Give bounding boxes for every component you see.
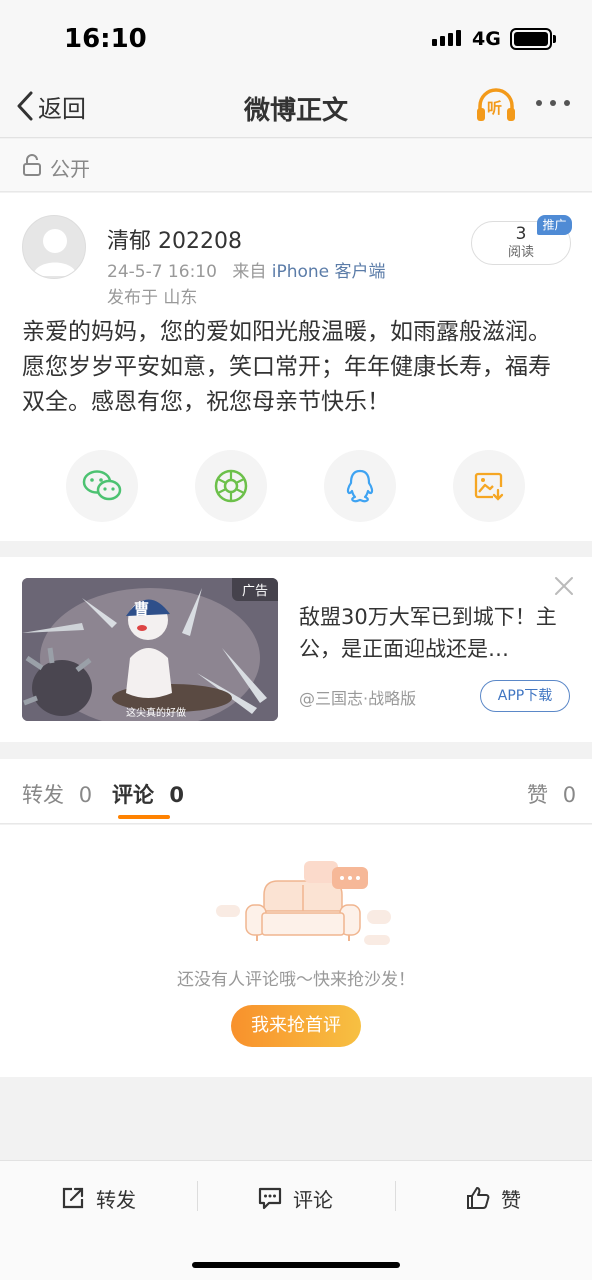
post-card: 清郁 202208 24-5-7 16:10 来自 iPhone 客户端 发布于… bbox=[0, 193, 592, 541]
first-comment-button[interactable]: 我来抢首评 bbox=[231, 1005, 361, 1047]
comments-section: 还没有人评论哦～快来抢沙发！ 我来抢首评 bbox=[0, 825, 592, 1077]
battery-icon bbox=[510, 28, 552, 50]
divider bbox=[395, 1181, 396, 1211]
empty-comments-text: 还没有人评论哦～快来抢沙发！ bbox=[177, 970, 415, 990]
network-label: 4G bbox=[472, 28, 501, 50]
tab-comments-count: 0 bbox=[169, 783, 184, 807]
tab-likes[interactable]: 赞 0 bbox=[527, 779, 576, 809]
ad-image[interactable]: 曹 这尖真的好做 广告 bbox=[22, 578, 278, 721]
repost-label: 转发 bbox=[96, 1187, 136, 1212]
read-label: 阅读 bbox=[507, 245, 534, 260]
tab-repost-count: 0 bbox=[78, 783, 93, 807]
close-icon[interactable] bbox=[553, 575, 575, 597]
post-location: 发布于 山东 bbox=[107, 288, 198, 308]
post-source[interactable]: iPhone 客户端 bbox=[272, 262, 386, 282]
ad-title[interactable]: 敌盟30万大军已到城下！主公，是正面迎战还是… bbox=[299, 601, 569, 665]
listen-button[interactable]: 听 bbox=[474, 84, 518, 128]
save-image-button[interactable] bbox=[453, 450, 525, 522]
share-wechat-button[interactable] bbox=[66, 450, 138, 522]
tab-repost-label: 转发 bbox=[22, 783, 64, 807]
tab-likes-label: 赞 bbox=[527, 783, 548, 807]
source-prefix: 来自 bbox=[232, 262, 267, 282]
active-tab-indicator bbox=[118, 815, 170, 819]
status-bar: 16:10 4G bbox=[0, 0, 592, 76]
post-meta: 24-5-7 16:10 来自 iPhone 客户端 bbox=[107, 257, 386, 282]
tab-comments-label: 评论 bbox=[112, 783, 154, 807]
post-content: 亲爱的妈妈，您的爱如阳光般温暖，如雨露般滋润。愿您岁岁平安如意，笑口常开；年年健… bbox=[22, 319, 551, 415]
ad-image-caption: 这尖真的好做 bbox=[126, 708, 186, 719]
ad-source: @三国志·战略版 bbox=[299, 689, 417, 708]
like-label: 赞 bbox=[501, 1187, 521, 1212]
share-moments-button[interactable] bbox=[195, 450, 267, 522]
unlock-icon bbox=[23, 154, 41, 176]
promo-badge[interactable]: 推广 bbox=[537, 215, 572, 235]
ad-image-banner: 曹 bbox=[134, 600, 150, 618]
signal-icon bbox=[432, 30, 461, 46]
tab-comments[interactable]: 评论 0 bbox=[112, 779, 184, 809]
qq-icon bbox=[346, 469, 374, 503]
post-tabs: 转发 0 评论 0 赞 0 bbox=[0, 759, 592, 824]
save-image-icon bbox=[474, 472, 504, 501]
repost-button[interactable]: 转发 bbox=[60, 1183, 136, 1213]
share-qq-button[interactable] bbox=[324, 450, 396, 522]
author-name[interactable]: 清郁 202208 bbox=[107, 223, 242, 255]
tab-likes-count: 0 bbox=[562, 783, 577, 807]
like-button[interactable]: 赞 bbox=[465, 1183, 521, 1213]
back-button[interactable]: 返回 bbox=[16, 88, 86, 124]
empty-sofa-illustration bbox=[216, 861, 391, 945]
nav-bar: 返回 微博正文 听 bbox=[0, 76, 592, 138]
share-icon bbox=[62, 1187, 84, 1209]
tab-repost[interactable]: 转发 0 bbox=[22, 779, 92, 809]
post-time: 24-5-7 16:10 bbox=[107, 262, 217, 282]
comment-button[interactable]: 评论 bbox=[257, 1183, 333, 1213]
home-indicator[interactable] bbox=[192, 1262, 400, 1268]
thumbs-up-icon bbox=[467, 1187, 490, 1209]
visibility-label: 公开 bbox=[50, 157, 90, 181]
status-time: 16:10 bbox=[64, 24, 147, 54]
divider bbox=[197, 1181, 198, 1211]
back-chevron-icon bbox=[17, 91, 33, 121]
comment-label: 评论 bbox=[293, 1187, 333, 1212]
more-dots-icon[interactable] bbox=[536, 100, 570, 106]
ad-tag: 广告 bbox=[231, 578, 278, 601]
listen-label: 听 bbox=[487, 99, 503, 117]
battery-tip bbox=[553, 35, 556, 43]
avatar[interactable] bbox=[22, 215, 86, 279]
wechat-icon bbox=[82, 470, 122, 501]
app-download-button[interactable]: APP下载 bbox=[480, 680, 570, 712]
back-label: 返回 bbox=[38, 94, 86, 123]
ad-card[interactable]: 曹 这尖真的好做 广告 敌盟30万大军已到城下！主公，是正面迎战还是… @三国志… bbox=[0, 557, 592, 742]
comment-icon bbox=[258, 1187, 282, 1210]
moments-icon bbox=[214, 469, 248, 503]
visibility-bar: 公开 bbox=[0, 139, 592, 192]
